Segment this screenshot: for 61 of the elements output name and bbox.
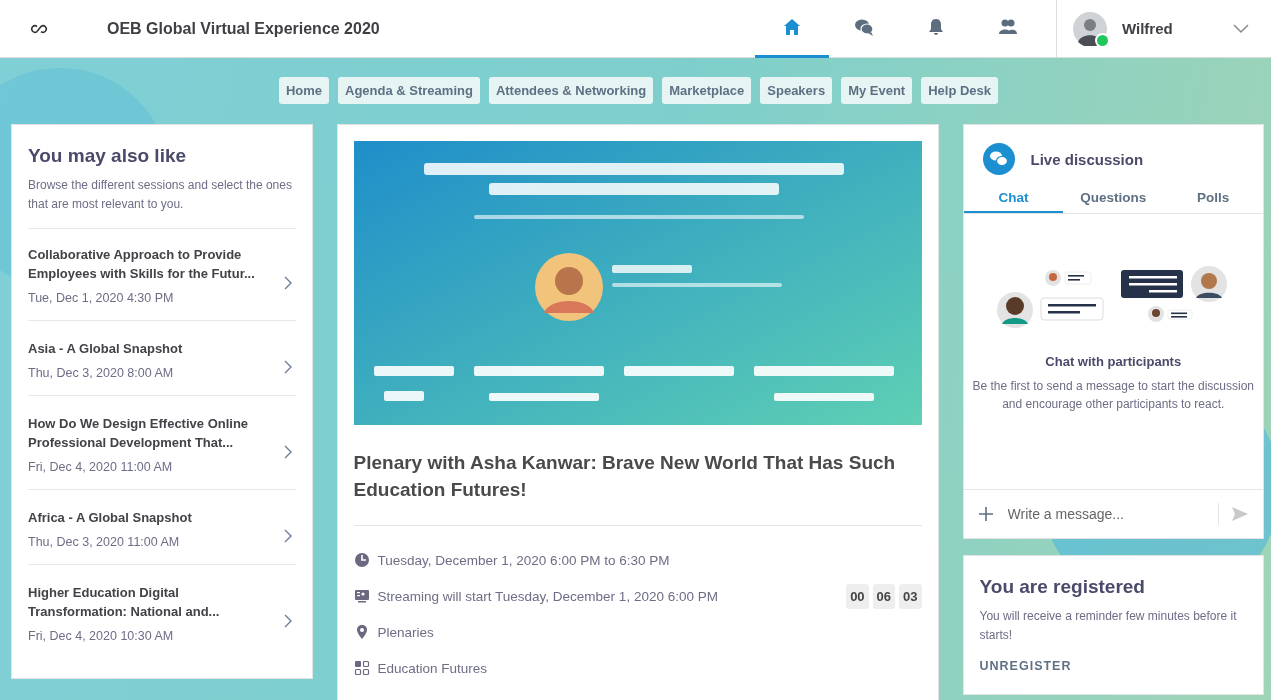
suggestions-subtitle: Browse the different sessions and select the ones that are most relevant to you.: [28, 177, 293, 213]
unregister-link[interactable]: UNREGISTER: [979, 659, 1072, 673]
user-name: Wilfred: [1122, 20, 1173, 37]
nav-tab[interactable]: Agenda & Streaming: [338, 77, 480, 104]
session-list-item[interactable]: Africa - A Global Snapshot Thu, Dec 3, 2020 11:00 AM: [28, 489, 296, 564]
chevron-right-icon: [283, 613, 292, 628]
add-icon[interactable]: [977, 506, 994, 522]
session-detail: Streaming will start Tuesday, December 1, 2020 6:00 PM: [377, 588, 718, 604]
chevron-down-icon[interactable]: [1233, 23, 1249, 34]
bell-icon: [926, 17, 946, 37]
home-icon: [782, 17, 802, 37]
session-title: Collaborative Approach to Provide Employees with Skills for the Futur...: [28, 246, 256, 283]
nav-tab[interactable]: Home: [278, 77, 330, 104]
session-detail: Plenaries: [377, 624, 434, 640]
session-list-item[interactable]: Collaborative Approach to Provide Employees with Skills for the Futur... Tue, Dec 1, 2020 4:30 PM: [28, 228, 296, 320]
countdown-digit: 03: [899, 583, 922, 609]
session-date: Fri, Dec 4, 2020 10:30 AM: [28, 629, 175, 643]
countdown-digit: 06: [872, 583, 896, 609]
nav-tab[interactable]: My Event: [841, 77, 913, 104]
session-title: Asia - A Global Snapshot: [28, 340, 184, 358]
chat-tab[interactable]: Polls: [1163, 184, 1263, 213]
people-icon: [998, 17, 1018, 37]
session-date: Tue, Dec 1, 2020 4:30 PM: [28, 291, 175, 305]
session-title: How Do We Design Effective Online Professional Development That...: [28, 415, 250, 452]
user-avatar[interactable]: [1073, 11, 1107, 46]
grid-icon: [353, 660, 370, 676]
session-list-item[interactable]: How Do We Design Effective Online Professional Development That... Fri, Dec 4, 2020 11:00 AM: [28, 395, 296, 489]
empty-state-text: Be the first to send a message to start the discussion and encourage other participants to react.: [971, 378, 1255, 413]
registration-text: You will receive a reminder few minutes before it starts!: [979, 608, 1238, 644]
message-input[interactable]: Write a message...: [1005, 503, 1219, 525]
nav-tab[interactable]: Speakers: [760, 77, 833, 104]
chat-icon: [982, 143, 1015, 175]
nav-tab[interactable]: Help Desk: [921, 77, 999, 104]
suggestions-title: You may also like: [28, 145, 188, 167]
chat-tab[interactable]: Chat: [963, 184, 1064, 213]
session-date: Thu, Dec 3, 2020 8:00 AM: [28, 366, 175, 380]
empty-state-title: Chat with participants: [1045, 354, 1182, 369]
registration-title: You are registered: [979, 576, 1146, 598]
chevron-right-icon: [283, 275, 292, 290]
session-title: Higher Education Digital Transformation: National and...: [28, 584, 221, 621]
chat-tab[interactable]: Questions: [1063, 184, 1164, 213]
logo-icon: [29, 23, 49, 34]
nav-tab[interactable]: Attendees & Networking: [488, 77, 654, 104]
chevron-right-icon: [283, 360, 292, 374]
session-list-item[interactable]: Asia - A Global Snapshot Thu, Dec 3, 2020 8:00 AM: [28, 320, 296, 395]
countdown-digit: 00: [846, 583, 869, 609]
chevron-right-icon: [283, 529, 292, 543]
discussion-title: Live discussion: [1030, 150, 1144, 168]
chat-bubbles-icon: [854, 17, 874, 37]
session-detail: Tuesday, December 1, 2020 6:00 PM to 6:30 PM: [377, 552, 670, 568]
nav-tab[interactable]: Marketplace: [662, 77, 752, 104]
session-date: Fri, Dec 4, 2020 11:00 AM: [28, 460, 174, 474]
chevron-right-icon: [283, 444, 292, 459]
session-date: Thu, Dec 3, 2020 11:00 AM: [28, 535, 181, 549]
screen-icon: [353, 588, 370, 604]
session-detail: Education Futures: [377, 660, 488, 676]
event-title: OEB Global Virtual Experience 2020: [107, 19, 380, 38]
session-list-item[interactable]: Higher Education Digital Transformation: National and... Fri, Dec 4, 2020 10:30 AM: [28, 564, 296, 658]
session-heading: Plenary with Asha Kanwar: Brave New World That Has Such Education Futures!: [353, 451, 897, 502]
clock-icon: [353, 552, 370, 568]
session-title: Africa - A Global Snapshot: [28, 509, 193, 527]
